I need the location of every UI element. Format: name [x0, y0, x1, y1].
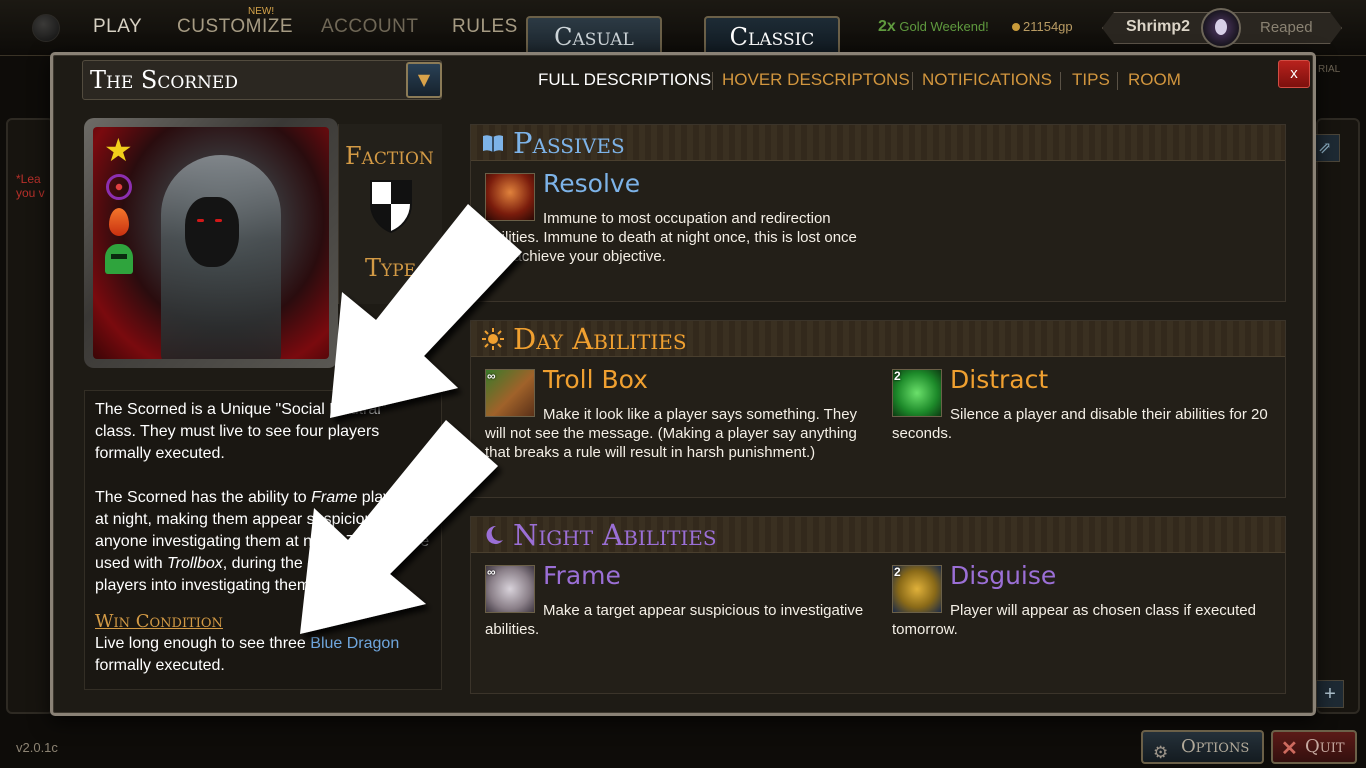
close-button[interactable]: x: [1278, 60, 1310, 88]
options-label: Options: [1181, 736, 1250, 757]
nav-play[interactable]: PLAY: [93, 16, 142, 38]
win-condition-title: Win Condition: [95, 611, 223, 632]
quit-label: Quit: [1305, 736, 1345, 757]
menu-orb-icon[interactable]: [32, 14, 60, 42]
nav-account[interactable]: ACCOUNT: [321, 16, 418, 38]
close-icon: ✕: [1281, 738, 1298, 760]
portrait-eye: [215, 219, 222, 222]
account-status: Reaped: [1260, 19, 1313, 36]
mode-classic-button[interactable]: Classic: [704, 16, 840, 56]
day-abilities-header: Day Abilities: [471, 321, 1285, 357]
night-abilities-header: Night Abilities: [471, 517, 1285, 553]
gold-amount: 21154gp: [1023, 19, 1073, 34]
add-button[interactable]: +: [1316, 680, 1344, 708]
star-icon: ★: [104, 131, 133, 169]
ability-name: Resolve: [543, 169, 641, 198]
night-abilities-section: Night Abilities ∞ Frame Make a target ap…: [470, 516, 1286, 694]
nav-customize[interactable]: CUSTOMIZE: [177, 16, 293, 38]
version-label: v2.0.1c: [16, 740, 58, 755]
background-side-panel: [1316, 118, 1360, 714]
portrait-eye: [197, 219, 204, 222]
ability-name: Frame: [543, 561, 621, 590]
ability-name: Disguise: [950, 561, 1057, 590]
gold-weekend-text: Gold Weekend!: [899, 19, 989, 34]
options-button[interactable]: ⚙ Options: [1141, 730, 1264, 764]
coin-icon: [1012, 23, 1020, 31]
avatar[interactable]: [1201, 8, 1241, 48]
class-description: The Scorned is a Unique "Social Neutral"…: [84, 390, 442, 690]
ability-name: Distract: [950, 365, 1049, 394]
ability-description: Silence a player and disable their abili…: [892, 406, 1268, 442]
chevron-down-icon[interactable]: ▼: [406, 62, 442, 98]
background-chat-panel: [6, 118, 54, 714]
background-warning-text: *Lea you v: [16, 172, 45, 200]
passives-header: Passives: [471, 125, 1285, 161]
background-warning-line-2: you v: [16, 186, 45, 200]
gold-weekend-banner: 2x Gold Weekend!: [878, 18, 989, 36]
ability-uses: 2: [894, 369, 901, 383]
tab-full-descriptions[interactable]: FULL DESCRIPTIONS: [538, 70, 711, 90]
ability-description: Player will appear as chosen class if ex…: [892, 602, 1256, 638]
gear-icon: ⚙: [1153, 743, 1169, 763]
flame-icon: [109, 208, 129, 236]
tab-divider: [1060, 72, 1061, 90]
ability-description: Make a target appear suspicious to inves…: [485, 602, 864, 638]
ability-name: Troll Box: [543, 365, 648, 394]
type-label: Type: [365, 254, 417, 282]
description-paragraph-1: The Scorned is a Unique "Social Neutral"…: [95, 401, 387, 462]
win-condition-text-end: formally executed.: [95, 657, 225, 674]
ability-uses: ∞: [487, 369, 496, 383]
background-warning-line-1: *Lea: [16, 172, 41, 186]
win-condition-text: Live long enough to see three Blue Drago…: [95, 633, 431, 677]
ability-uses: 2: [894, 565, 901, 579]
description-frame-keyword: Frame: [311, 489, 358, 506]
tab-hover-descriptions[interactable]: HOVER DESCRIPTONS: [722, 70, 910, 90]
mode-casual-button[interactable]: Casual: [526, 16, 662, 56]
new-badge: NEW!: [248, 6, 275, 17]
sun-icon: [482, 328, 504, 350]
helmet-icon: [105, 244, 133, 274]
portrait-face: [185, 197, 239, 267]
shield-icon: [370, 180, 412, 234]
username: Shrimp2: [1126, 18, 1191, 35]
day-abilities-section: Day Abilities ∞ Troll Box Make it look l…: [470, 320, 1286, 498]
gold-counter: 21154gp: [1012, 19, 1073, 34]
passives-section: Passives Resolve Immune to most occupati…: [470, 124, 1286, 302]
tutorial-link[interactable]: RIAL: [1318, 64, 1340, 75]
tab-room[interactable]: ROOM: [1128, 70, 1181, 90]
win-condition-text-start: Live long enough to see three: [95, 635, 311, 652]
tab-divider: [1117, 72, 1118, 90]
tab-tips[interactable]: TIPS: [1072, 70, 1110, 90]
passives-title: Passives: [513, 126, 625, 160]
faction-label: Faction: [345, 142, 434, 170]
top-bar: PLAY CUSTOMIZE NEW! ACCOUNT RULES Casual…: [0, 0, 1366, 56]
description-paragraph-2: The Scorned has the ability to Frame pla…: [95, 487, 431, 597]
moon-icon: [486, 525, 503, 544]
tab-divider: [912, 72, 913, 90]
gold-multiplier: 2x: [878, 18, 896, 35]
description-text: The Scorned has the ability to: [95, 489, 312, 506]
quit-button[interactable]: ✕ Quit: [1271, 730, 1357, 764]
target-icon: [106, 174, 132, 200]
tab-divider: [712, 72, 713, 90]
ability-description: Make it look like a player says somethin…: [485, 406, 858, 461]
nav-rules[interactable]: RULES: [452, 16, 518, 38]
ability-uses: ∞: [487, 565, 496, 579]
class-select-dropdown[interactable]: The Scorned: [82, 60, 442, 100]
ability-description: Immune to most occupation and redirectio…: [485, 210, 857, 265]
book-icon: [483, 135, 503, 152]
night-abilities-title: Night Abilities: [513, 518, 717, 552]
day-abilities-title: Day Abilities: [513, 322, 687, 356]
win-condition-target: Blue Dragon: [310, 635, 400, 652]
description-trollbox-keyword: Trollbox: [167, 555, 223, 572]
tab-notifications[interactable]: NOTIFICATIONS: [922, 70, 1052, 90]
